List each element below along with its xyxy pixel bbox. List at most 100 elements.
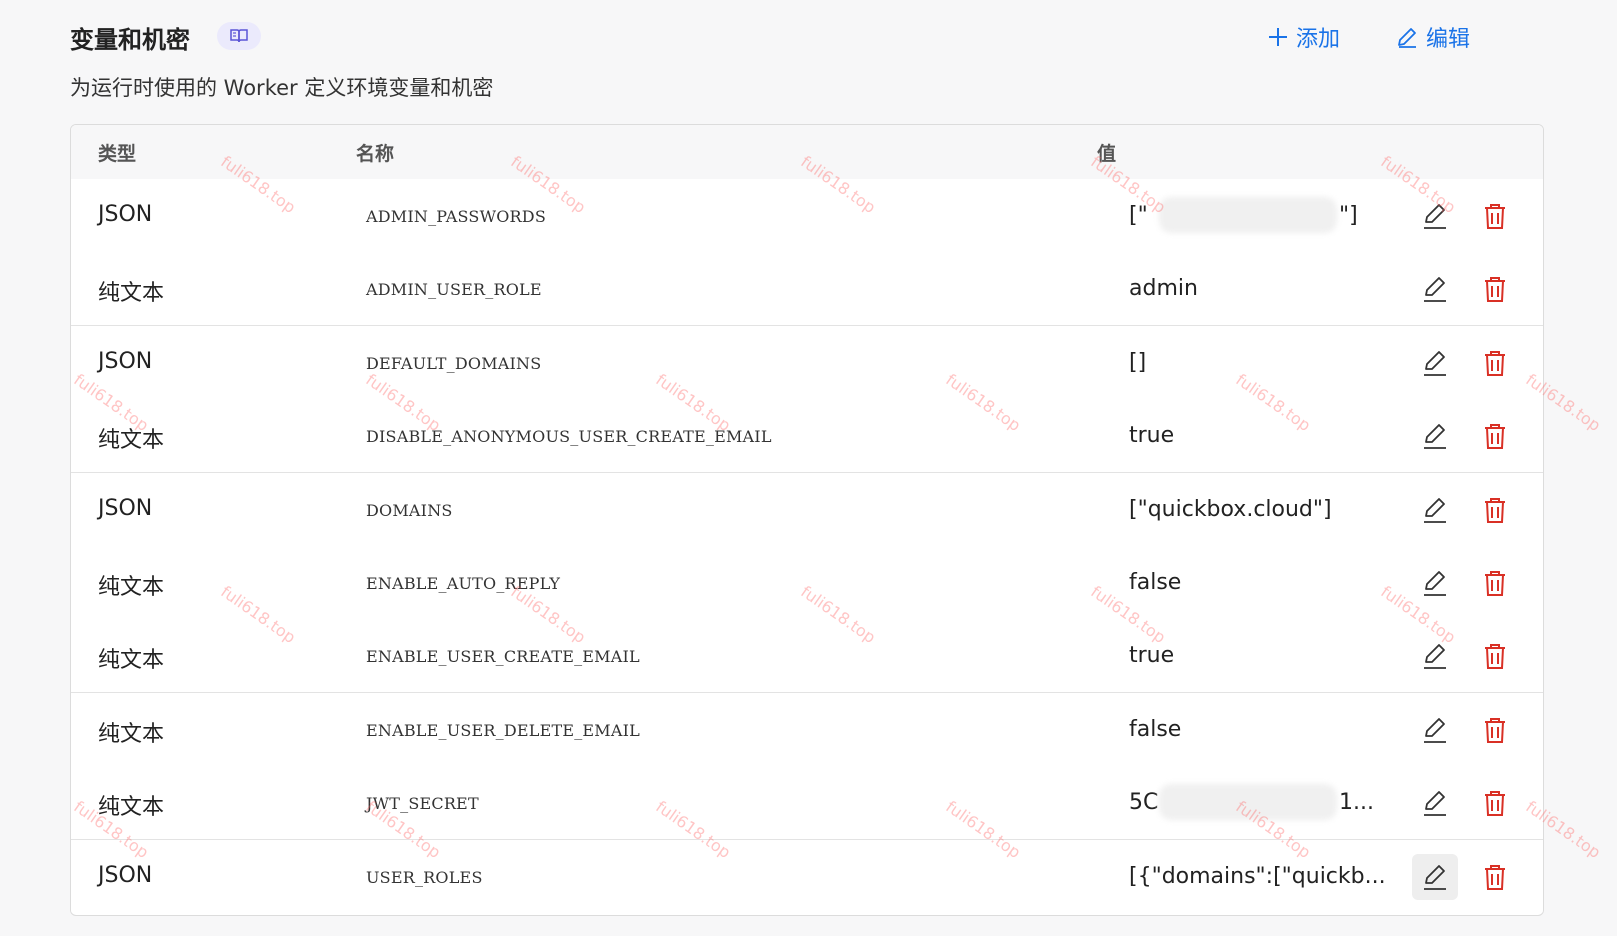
pencil-icon xyxy=(1424,204,1446,229)
pencil-icon xyxy=(1424,644,1446,670)
variable-value: admin xyxy=(1129,276,1198,302)
edit-row-button[interactable] xyxy=(1412,560,1458,606)
variable-type: 纯文本 xyxy=(98,428,165,454)
trash-icon xyxy=(1485,864,1505,890)
variable-value-end: "] xyxy=(1339,203,1358,228)
variable-value: [{"domains":["quickb... xyxy=(1129,863,1386,889)
pencil-icon xyxy=(1424,571,1446,596)
table-row: JSON DOMAINS ["quickbox.cloud"] xyxy=(71,472,1543,547)
edit-row-button[interactable] xyxy=(1412,853,1458,900)
variable-name: ENABLE_AUTO_REPLY xyxy=(366,574,561,593)
table-row: JSON DEFAULT_DOMAINS [] xyxy=(71,325,1543,400)
variable-name: USER_ROLES xyxy=(366,867,483,887)
edit-row-button[interactable] xyxy=(1412,266,1458,312)
trash-icon xyxy=(1485,717,1505,743)
variable-type: 纯文本 xyxy=(98,281,165,307)
delete-row-button[interactable] xyxy=(1472,854,1518,900)
add-label: 添加 xyxy=(1296,27,1341,52)
delete-row-button[interactable] xyxy=(1472,707,1518,753)
column-header-type: 类型 xyxy=(98,143,137,165)
table-header: 类型 名称 值 xyxy=(71,125,1543,180)
variable-value: false xyxy=(1129,570,1182,595)
variable-type: 纯文本 xyxy=(98,575,165,600)
variable-type: JSON xyxy=(98,202,153,227)
redacted-mask xyxy=(1159,197,1337,233)
variable-type: 纯文本 xyxy=(98,721,165,747)
edit-row-button[interactable] xyxy=(1412,780,1458,826)
table-row: JSON ADMIN_PASSWORDS [" "] xyxy=(71,179,1543,253)
table-row: 纯文本 DISABLE_ANONYMOUS_USER_CREATE_EMAIL tr… xyxy=(71,399,1543,474)
column-header-value: 值 xyxy=(1097,143,1117,165)
edit-row-button[interactable] xyxy=(1412,487,1458,533)
trash-icon xyxy=(1485,791,1505,817)
pencil-icon xyxy=(1424,424,1446,450)
variable-name: ADMIN_USER_ROLE xyxy=(366,280,542,300)
delete-row-button[interactable] xyxy=(1472,413,1518,459)
trash-icon xyxy=(1485,571,1505,596)
variable-value-end: 1... xyxy=(1339,790,1374,816)
trash-icon xyxy=(1485,497,1505,523)
redacted-mask xyxy=(1159,784,1337,821)
variable-type: JSON xyxy=(98,495,153,521)
edit-row-button[interactable] xyxy=(1412,707,1458,753)
variable-value: true xyxy=(1129,643,1175,669)
trash-icon xyxy=(1485,204,1505,229)
edit-label: 编辑 xyxy=(1426,27,1471,52)
variable-value: [" xyxy=(1129,203,1148,228)
variable-type: 纯文本 xyxy=(98,795,165,821)
table-row: JSON USER_ROLES [{"domains":["quickb... xyxy=(71,839,1543,913)
table-row: 纯文本 ADMIN_USER_ROLE admin xyxy=(71,252,1543,327)
table-row: 纯文本 ENABLE_USER_CREATE_EMAIL true xyxy=(71,619,1543,694)
delete-row-button[interactable] xyxy=(1472,633,1518,679)
variable-type: JSON xyxy=(98,348,153,374)
column-header-name: 名称 xyxy=(356,143,395,165)
section-header: 变量和机密 添加 编辑 xyxy=(70,18,1520,58)
trash-icon xyxy=(1485,277,1505,303)
delete-row-button[interactable] xyxy=(1472,193,1518,239)
variable-value: ["quickbox.cloud"] xyxy=(1129,496,1332,522)
table-row: 纯文本 JWT_SECRET 5C 1... xyxy=(71,766,1543,841)
variable-value: true xyxy=(1129,423,1175,449)
edit-row-button[interactable] xyxy=(1412,340,1458,386)
trash-icon xyxy=(1485,644,1505,670)
table-row: 纯文本 ENABLE_USER_DELETE_EMAIL false xyxy=(71,692,1543,767)
edit-row-button[interactable] xyxy=(1412,193,1458,239)
book-open-icon xyxy=(230,29,248,43)
delete-row-button[interactable] xyxy=(1472,560,1518,606)
variable-type: JSON xyxy=(98,862,153,888)
delete-row-button[interactable] xyxy=(1472,780,1518,826)
pencil-icon xyxy=(1424,350,1446,376)
trash-icon xyxy=(1485,424,1505,450)
edit-all-button[interactable]: 编辑 xyxy=(1396,21,1470,53)
pencil-icon xyxy=(1424,717,1446,743)
page-subtitle: 为运行时使用的 Worker 定义环境变量和机密 xyxy=(70,76,494,100)
delete-row-button[interactable] xyxy=(1472,487,1518,533)
variable-value: [] xyxy=(1129,349,1147,375)
plus-icon xyxy=(1269,28,1287,46)
variable-name: ADMIN_PASSWORDS xyxy=(366,207,546,226)
pencil-icon xyxy=(1424,497,1446,523)
variable-name: DISABLE_ANONYMOUS_USER_CREATE_EMAIL xyxy=(366,427,772,447)
variable-value: 5C xyxy=(1129,790,1159,816)
delete-row-button[interactable] xyxy=(1472,266,1518,312)
delete-row-button[interactable] xyxy=(1472,340,1518,386)
variable-value: false xyxy=(1129,716,1182,742)
trash-icon xyxy=(1485,350,1505,376)
pencil-icon xyxy=(1424,864,1446,890)
variable-name: ENABLE_USER_CREATE_EMAIL xyxy=(366,647,640,667)
variable-name: DOMAINS xyxy=(366,500,453,520)
variable-name: ENABLE_USER_DELETE_EMAIL xyxy=(366,720,640,740)
variables-table: 类型 名称 值 JSON ADMIN_PASSWORDS [" "] 纯文本 ADMIN_… xyxy=(70,124,1544,916)
edit-row-button[interactable] xyxy=(1412,633,1458,679)
variable-name: JWT_SECRET xyxy=(366,794,479,814)
pencil-icon xyxy=(1424,791,1446,817)
pencil-icon xyxy=(1424,277,1446,303)
table-row: 纯文本 ENABLE_AUTO_REPLY false xyxy=(71,546,1543,620)
pencil-icon xyxy=(1398,28,1416,48)
page-title: 变量和机密 xyxy=(70,26,190,54)
edit-row-button[interactable] xyxy=(1412,413,1458,459)
variable-name: DEFAULT_DOMAINS xyxy=(366,353,542,373)
variable-type: 纯文本 xyxy=(98,648,165,674)
docs-badge[interactable] xyxy=(217,22,261,50)
add-button[interactable]: 添加 xyxy=(1268,21,1340,53)
